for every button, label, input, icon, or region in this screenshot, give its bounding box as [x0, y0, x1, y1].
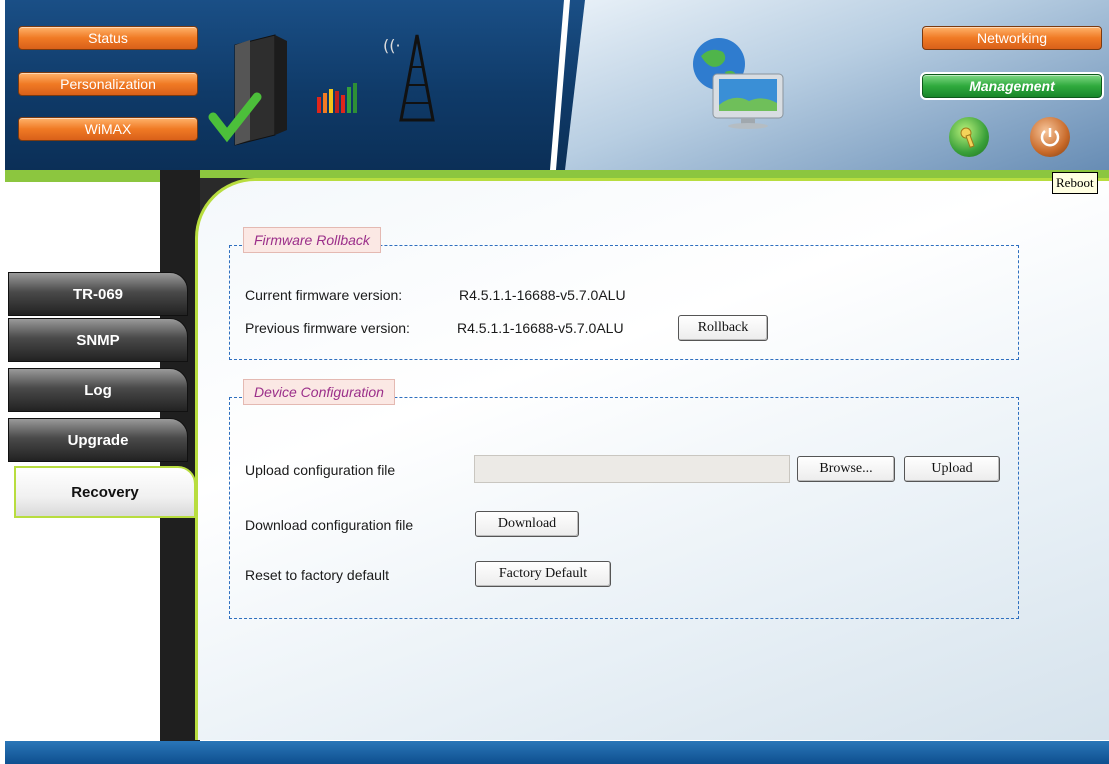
current-firmware-value: R4.5.1.1-16688-v5.7.0ALU	[459, 287, 626, 303]
router-status-illustration: ((·	[208, 34, 435, 146]
upload-button[interactable]: Upload	[904, 456, 1000, 482]
download-button[interactable]: Download	[475, 511, 579, 537]
settings-key-icon[interactable]	[949, 117, 989, 157]
svg-text:((·: ((·	[383, 36, 401, 55]
nav-status-button[interactable]: Status	[18, 26, 198, 50]
device-configuration-group	[229, 397, 1019, 619]
nav-personalization-button[interactable]: Personalization	[18, 72, 198, 96]
sidebar-item-tr069[interactable]: TR-069	[8, 272, 188, 316]
power-icon	[1040, 128, 1060, 147]
header-banner: ((· Status Personalization WiMAX Network…	[5, 0, 1109, 170]
reboot-tooltip: Reboot	[1052, 172, 1098, 194]
footer-bar	[5, 741, 1109, 764]
reset-factory-label: Reset to factory default	[245, 567, 389, 583]
device-configuration-title: Device Configuration	[243, 379, 395, 405]
download-config-label: Download configuration file	[245, 517, 414, 533]
sidebar-item-log[interactable]: Log	[8, 368, 188, 412]
factory-default-button[interactable]: Factory Default	[475, 561, 611, 587]
firmware-rollback-title: Firmware Rollback	[243, 227, 381, 253]
browse-button[interactable]: Browse...	[797, 456, 895, 482]
nav-wimax-button[interactable]: WiMAX	[18, 117, 198, 141]
sidebar-item-recovery[interactable]: Recovery	[14, 466, 196, 518]
power-reboot-icon[interactable]	[1030, 117, 1070, 157]
nav-networking-button[interactable]: Networking	[922, 26, 1102, 50]
nav-management-button[interactable]: Management	[920, 72, 1104, 100]
rollback-button[interactable]: Rollback	[678, 315, 768, 341]
previous-firmware-value: R4.5.1.1-16688-v5.7.0ALU	[457, 320, 624, 336]
sidebar-item-upgrade[interactable]: Upgrade	[8, 418, 188, 462]
upload-file-input[interactable]	[474, 455, 790, 483]
key-icon	[960, 127, 975, 148]
previous-firmware-label: Previous firmware version:	[245, 320, 410, 336]
sidebar-item-snmp[interactable]: SNMP	[8, 318, 188, 362]
header-divider	[550, 0, 570, 170]
network-computer-illustration	[693, 38, 784, 129]
current-firmware-label: Current firmware version:	[245, 287, 403, 303]
upload-config-label: Upload configuration file	[245, 462, 396, 478]
